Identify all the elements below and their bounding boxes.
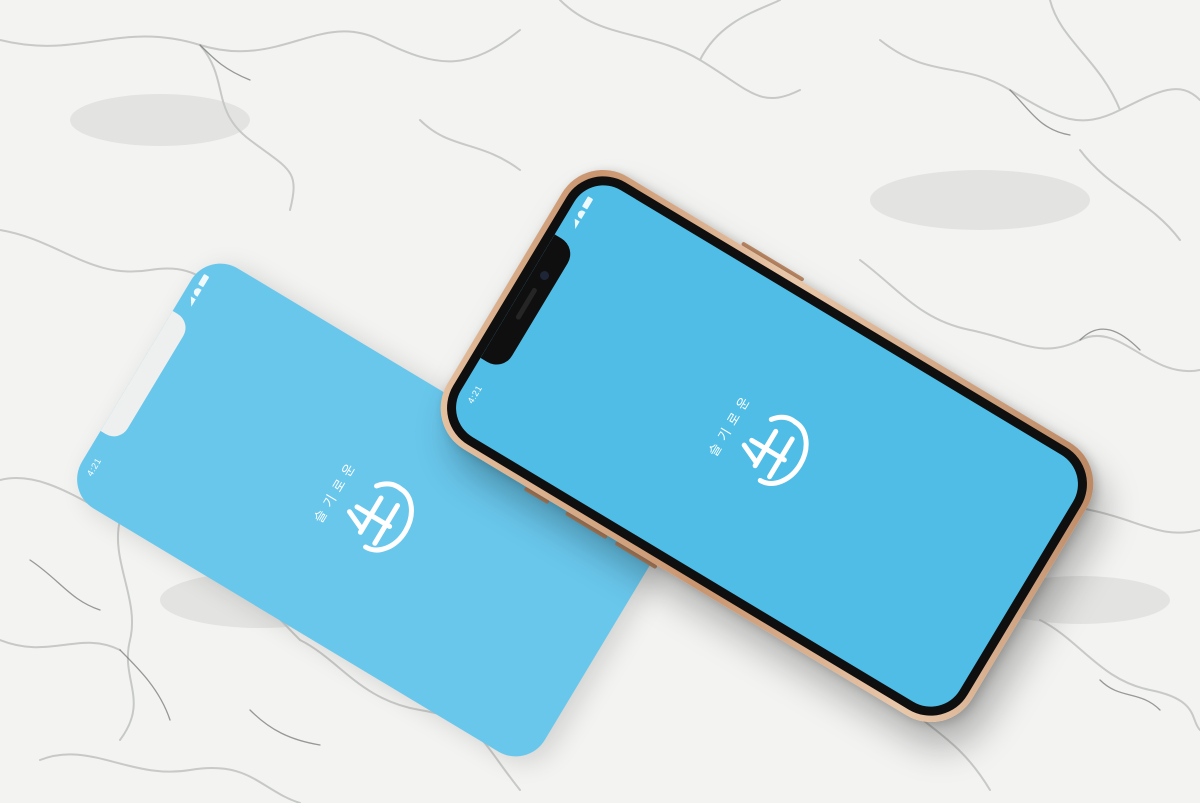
- phone-brand-logo: 슬기로운: [691, 367, 834, 519]
- wifi-icon: [192, 286, 202, 297]
- front-camera-icon: [538, 269, 551, 282]
- phone-status-icons: [570, 196, 594, 229]
- sheet-status-time: 4:21: [84, 456, 104, 478]
- signal-icon: [570, 218, 580, 229]
- signal-icon: [186, 296, 196, 307]
- sheet-brand-logo: 슬기로운: [296, 434, 439, 586]
- battery-icon: [581, 196, 594, 210]
- wifi-icon: [576, 209, 586, 219]
- phone-status-time: 4:21: [465, 383, 485, 406]
- battery-icon: [198, 273, 210, 288]
- mockup-scene: 4:21 슬기로운 4:21 슬기로운: [0, 0, 1200, 803]
